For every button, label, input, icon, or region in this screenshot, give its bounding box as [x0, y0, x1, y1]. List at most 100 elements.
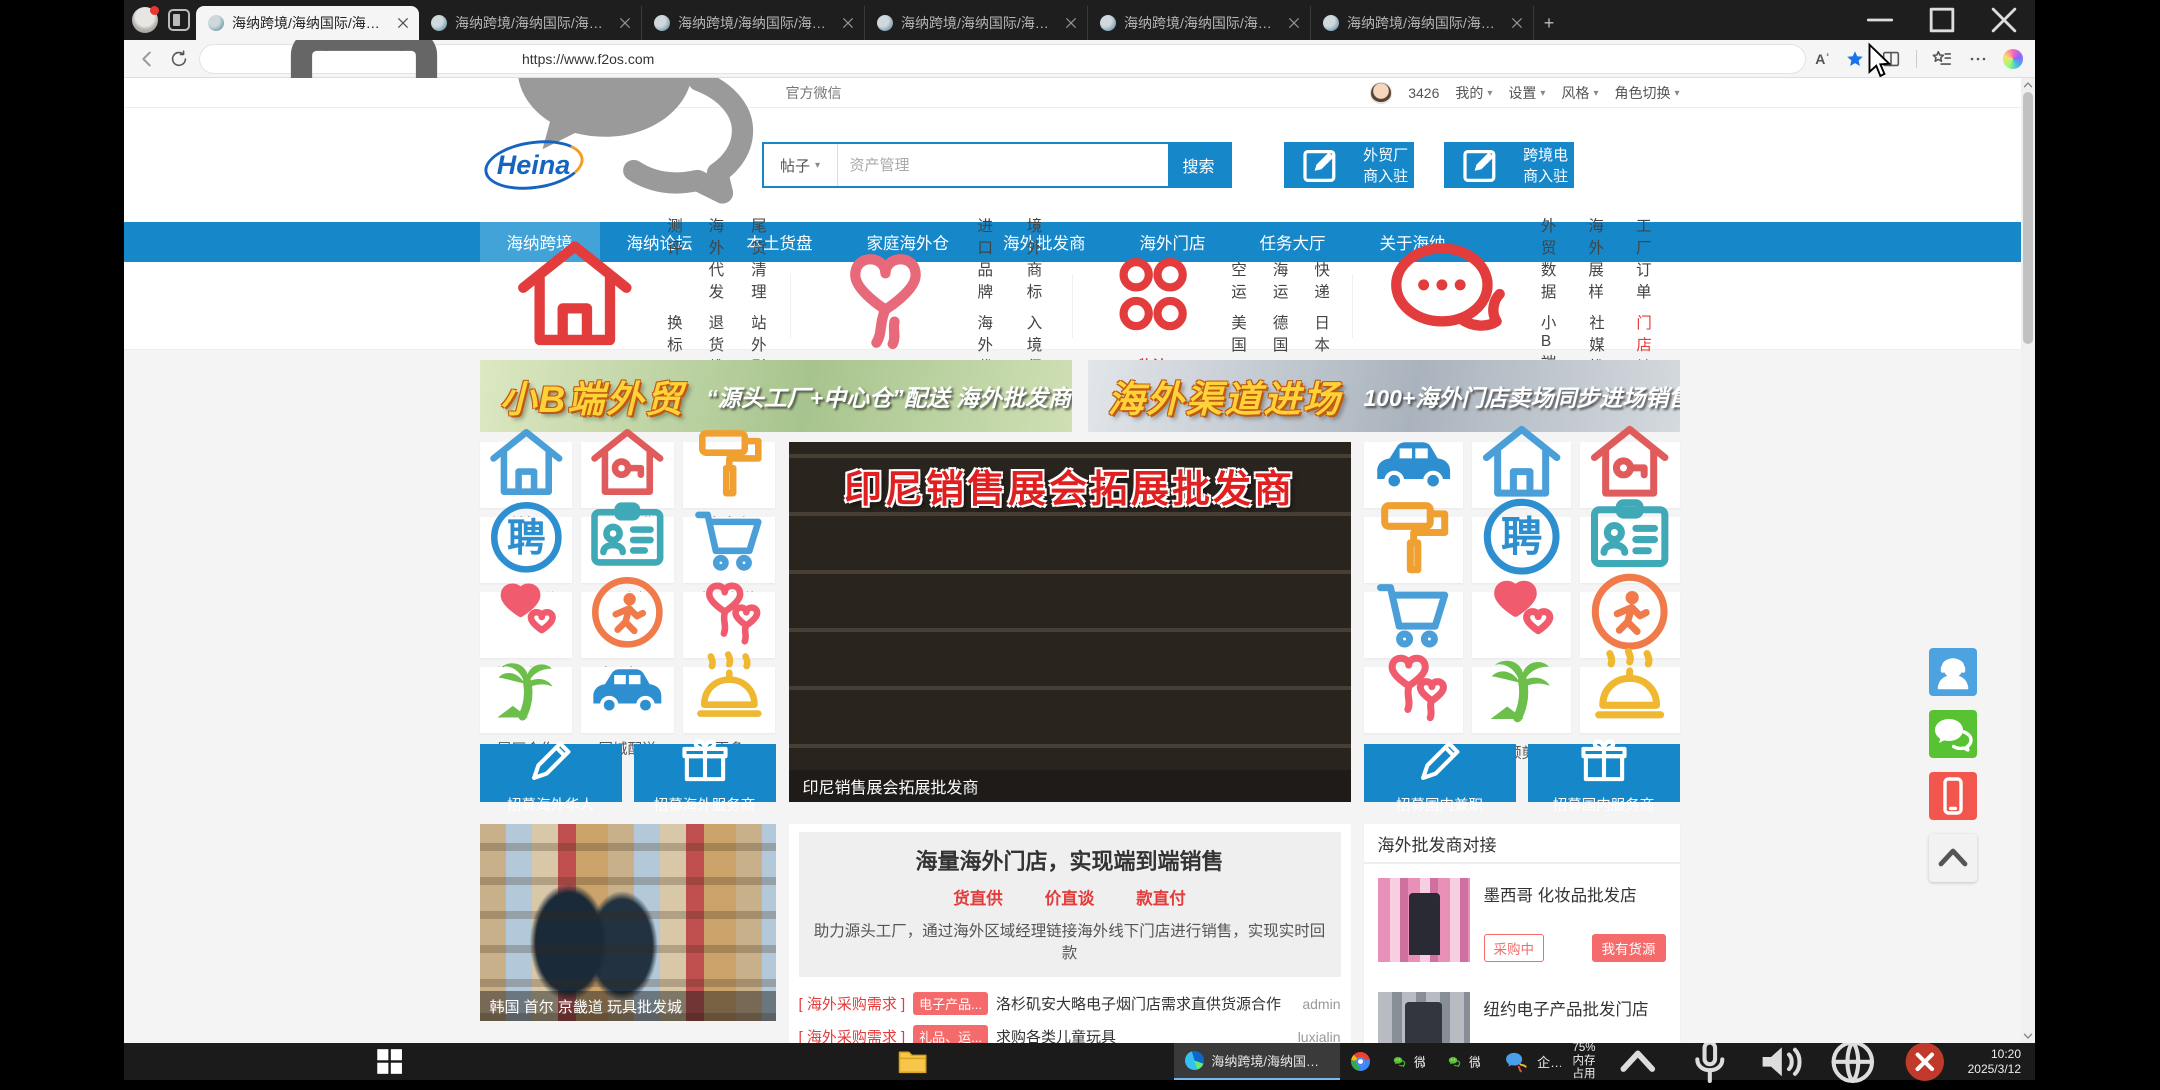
back-icon[interactable]	[136, 48, 158, 70]
taskbar-clock[interactable]: 10:20 2025/3/12	[1968, 1047, 2021, 1077]
wholesaler-item[interactable]: 墨西哥 化妆品批发店 采购中 我有货源	[1364, 864, 1680, 978]
tab-actions-icon[interactable]	[168, 9, 190, 31]
service-card[interactable]: 展厅合作	[480, 667, 573, 733]
customer-service-button[interactable]	[1929, 648, 1977, 696]
chevron-down-icon: ▾	[815, 160, 820, 171]
post-tag[interactable]: 礼品、运...	[913, 1025, 988, 1043]
trader-join-button[interactable]: 外贸厂商入驻	[1284, 142, 1414, 188]
browser-tab[interactable]: 海纳跨境/海纳国际/海外仓/小B端	[419, 6, 642, 40]
search-category-select[interactable]: 帖子▾	[764, 144, 838, 186]
user-avatar[interactable]	[1370, 82, 1392, 104]
post-row[interactable]: [ 海外采购需求 ] 电子产品... 洛杉矶安大略电子烟门店需求直供货源合作 a…	[799, 987, 1341, 1020]
post-title[interactable]: 求购各类儿童玩具	[996, 1026, 1290, 1043]
browser-tab[interactable]: 海纳跨境/海纳国际/海外仓/小B端	[1311, 6, 1534, 40]
post-category[interactable]: [ 海外采购需求 ]	[799, 993, 906, 1014]
browser-window: 海纳跨境/海纳国际/海外仓/小B端 海纳跨境/海纳国际/海外仓/小B端 海纳跨境…	[124, 0, 2035, 1043]
toy-market-photo-card[interactable]: 韩国 首尔 京畿道 玩具批发城	[480, 824, 776, 1021]
menu-my[interactable]: 我的▾	[1455, 83, 1492, 103]
menu-role-switch[interactable]: 角色切换▾	[1614, 83, 1679, 103]
service-card[interactable]: 招商经理	[1364, 667, 1463, 733]
tab-close-icon[interactable]	[840, 15, 856, 31]
scrollbar-thumb[interactable]	[2023, 92, 2033, 344]
subnav-link[interactable]: 海运	[1273, 258, 1289, 302]
tab-close-icon[interactable]	[1063, 15, 1079, 31]
page-scrollbar[interactable]	[2021, 78, 2035, 1043]
expo-photo-title: 印尼销售展会拓展批发商	[789, 458, 1351, 513]
tab-title: 海纳跨境/海纳国际/海外仓/小B端	[901, 13, 1055, 33]
copilot-icon[interactable]	[2003, 49, 2023, 69]
service-card[interactable]: 视频剪辑	[1472, 667, 1571, 733]
browser-tab[interactable]: 海纳跨境/海纳国际/海外仓/小B端	[865, 6, 1088, 40]
settings-more-icon[interactable]	[1967, 48, 1989, 70]
tab-close-icon[interactable]	[1509, 15, 1525, 31]
post-title[interactable]: 洛杉矶安大略电子烟门店需求直供货源合作	[996, 993, 1294, 1014]
browser-tab[interactable]: 海纳跨境/海纳国际/海外仓/小B端	[642, 6, 865, 40]
taskbar-wechat-app-2[interactable]: 微信	[1436, 1043, 1491, 1080]
browser-profile-avatar[interactable]	[132, 7, 158, 33]
post-row[interactable]: [ 海外采购需求 ] 礼品、运... 求购各类儿童玩具 luxialin	[799, 1020, 1341, 1043]
post-author[interactable]: admin	[1302, 996, 1340, 1012]
search-input[interactable]	[838, 144, 1168, 186]
post-category[interactable]: [ 海外采购需求 ]	[799, 1026, 906, 1043]
recruit-domestic-provider-button[interactable]: 招募国内服务商	[1528, 744, 1680, 802]
tab-close-icon[interactable]	[1286, 15, 1302, 31]
have-supply-button[interactable]: 我有货源	[1592, 934, 1666, 962]
subnav-link[interactable]: 尾货清理	[751, 214, 768, 302]
pencil-icon	[480, 732, 622, 790]
tab-close-icon[interactable]	[395, 15, 411, 31]
taskbar-edge-app[interactable]: 海纳跨境/海纳国际...	[1174, 1043, 1340, 1080]
subnav-link[interactable]: 快递	[1314, 258, 1330, 302]
taskbar-wechat-app[interactable]: 微信	[1381, 1043, 1436, 1080]
service-card[interactable]: 更多	[1580, 667, 1679, 733]
wechat-contact-button[interactable]	[1929, 710, 1977, 758]
back-to-top-button[interactable]	[1929, 834, 1977, 882]
subnav-link[interactable]: 空运	[1231, 258, 1247, 302]
subnav-link[interactable]: 测评	[667, 214, 683, 302]
file-explorer-button[interactable]	[651, 1043, 1174, 1080]
subnav-link[interactable]: 境外商标	[1027, 214, 1050, 302]
promo-tag: 款直付	[1136, 885, 1186, 909]
new-tab-button[interactable]: +	[1534, 6, 1564, 40]
recruit-domestic-parttime-button[interactable]: 招募国内兼职	[1364, 744, 1516, 802]
site-logo[interactable]: Heina	[480, 139, 588, 191]
favorites-bar-icon[interactable]	[1931, 48, 1953, 70]
subnav-link[interactable]: 海外展样	[1588, 214, 1610, 302]
ecommerce-join-button[interactable]: 跨境电商入驻	[1444, 142, 1574, 188]
refresh-icon[interactable]	[168, 48, 190, 70]
user-score[interactable]: 3426	[1408, 85, 1439, 101]
subnav-link[interactable]: 日本	[1314, 311, 1330, 355]
address-bar[interactable]: https://www.f2os.com	[200, 45, 1805, 73]
start-button[interactable]	[128, 1043, 651, 1080]
subnav-link[interactable]: 美国	[1231, 311, 1247, 355]
subnav-link[interactable]: 进口品牌	[978, 214, 1001, 302]
menu-settings[interactable]: 设置▾	[1508, 83, 1545, 103]
read-aloud-icon[interactable]: Aʾ	[1815, 51, 1830, 67]
menu-style[interactable]: 风格▾	[1561, 83, 1598, 103]
maximize-button[interactable]	[1911, 0, 1973, 40]
browser-tab[interactable]: 海纳跨境/海纳国际/海外仓/小B端	[196, 6, 419, 40]
browser-tab[interactable]: 海纳跨境/海纳国际/海外仓/小B端	[1088, 6, 1311, 40]
recruit-overseas-provider-button[interactable]: 招募海外服务商	[634, 744, 776, 802]
subnav-link[interactable]: 海外代发	[709, 214, 726, 302]
post-author[interactable]: luxialin	[1298, 1029, 1341, 1044]
service-card[interactable]: 同城配送	[581, 667, 674, 733]
wholesaler-item[interactable]: 纽约电子产品批发门店	[1364, 978, 1680, 1043]
tab-close-icon[interactable]	[617, 15, 633, 31]
scroll-up-icon[interactable]	[2021, 78, 2035, 92]
minimize-button[interactable]	[1849, 0, 1911, 40]
subnav-link[interactable]: 德国	[1273, 311, 1289, 355]
taskbar-chrome-app[interactable]	[1340, 1043, 1381, 1080]
subnav-link[interactable]: 工厂订单	[1636, 214, 1658, 302]
post-tag[interactable]: 电子产品...	[913, 992, 988, 1015]
close-button[interactable]	[1973, 0, 2035, 40]
scroll-down-icon[interactable]	[2021, 1029, 2035, 1043]
feature-carousel[interactable]: 印尼销售展会拓展批发商 印尼销售展会拓展批发商	[789, 442, 1351, 802]
service-card[interactable]: 更多	[683, 667, 776, 733]
right-service-grid: 资料整理 外贸SOHO 英文探厂 头程货代 聘数据挖掘 社群管理 工厂助理 华人…	[1364, 442, 1680, 802]
recruit-overseas-chinese-button[interactable]: 招募海外华人	[480, 744, 622, 802]
taskbar-work-wechat-app[interactable]: 企业微信	[1491, 1043, 1572, 1080]
nav-item-task-hall[interactable]: 任务大厅	[1233, 222, 1353, 262]
mobile-button[interactable]	[1929, 772, 1977, 820]
subnav-link[interactable]: 外贸数据	[1541, 214, 1563, 302]
search-button[interactable]: 搜索	[1168, 144, 1230, 186]
